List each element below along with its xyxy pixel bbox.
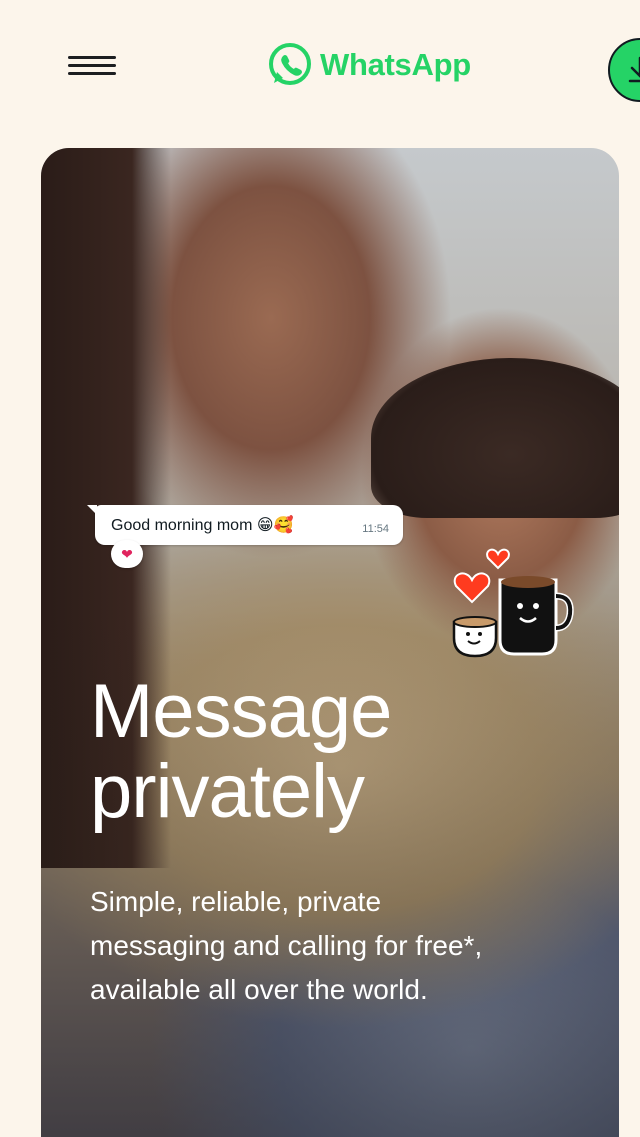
hamburger-menu-icon bbox=[68, 56, 116, 59]
whatsapp-logo-icon bbox=[269, 43, 311, 85]
chat-message-time: 11:54 bbox=[362, 523, 389, 535]
site-header: WhatsApp bbox=[0, 0, 640, 130]
hamburger-line bbox=[68, 64, 116, 67]
download-button[interactable] bbox=[608, 38, 640, 102]
hero-headline: Message privately bbox=[90, 672, 570, 832]
hamburger-line bbox=[68, 72, 116, 75]
chat-message-text: Good morning mom 😁🥰 bbox=[111, 517, 294, 534]
hero-subtext: Simple, reliable, private messaging and … bbox=[90, 886, 483, 1005]
download-icon bbox=[628, 56, 640, 83]
headline-line-2: privately bbox=[90, 749, 365, 834]
coffee-cups-sticker-icon bbox=[452, 548, 574, 658]
logo-text: WhatsApp bbox=[320, 47, 471, 82]
chat-bubble: Good morning mom 😁🥰 11:54 bbox=[87, 505, 403, 545]
hero-photo-shade bbox=[371, 358, 619, 518]
hamburger-menu-button[interactable] bbox=[66, 52, 120, 80]
whatsapp-logo-link[interactable]: WhatsApp bbox=[266, 38, 471, 92]
heart-reaction-icon: ❤ bbox=[111, 540, 143, 568]
headline-line-1: Message bbox=[90, 669, 392, 754]
